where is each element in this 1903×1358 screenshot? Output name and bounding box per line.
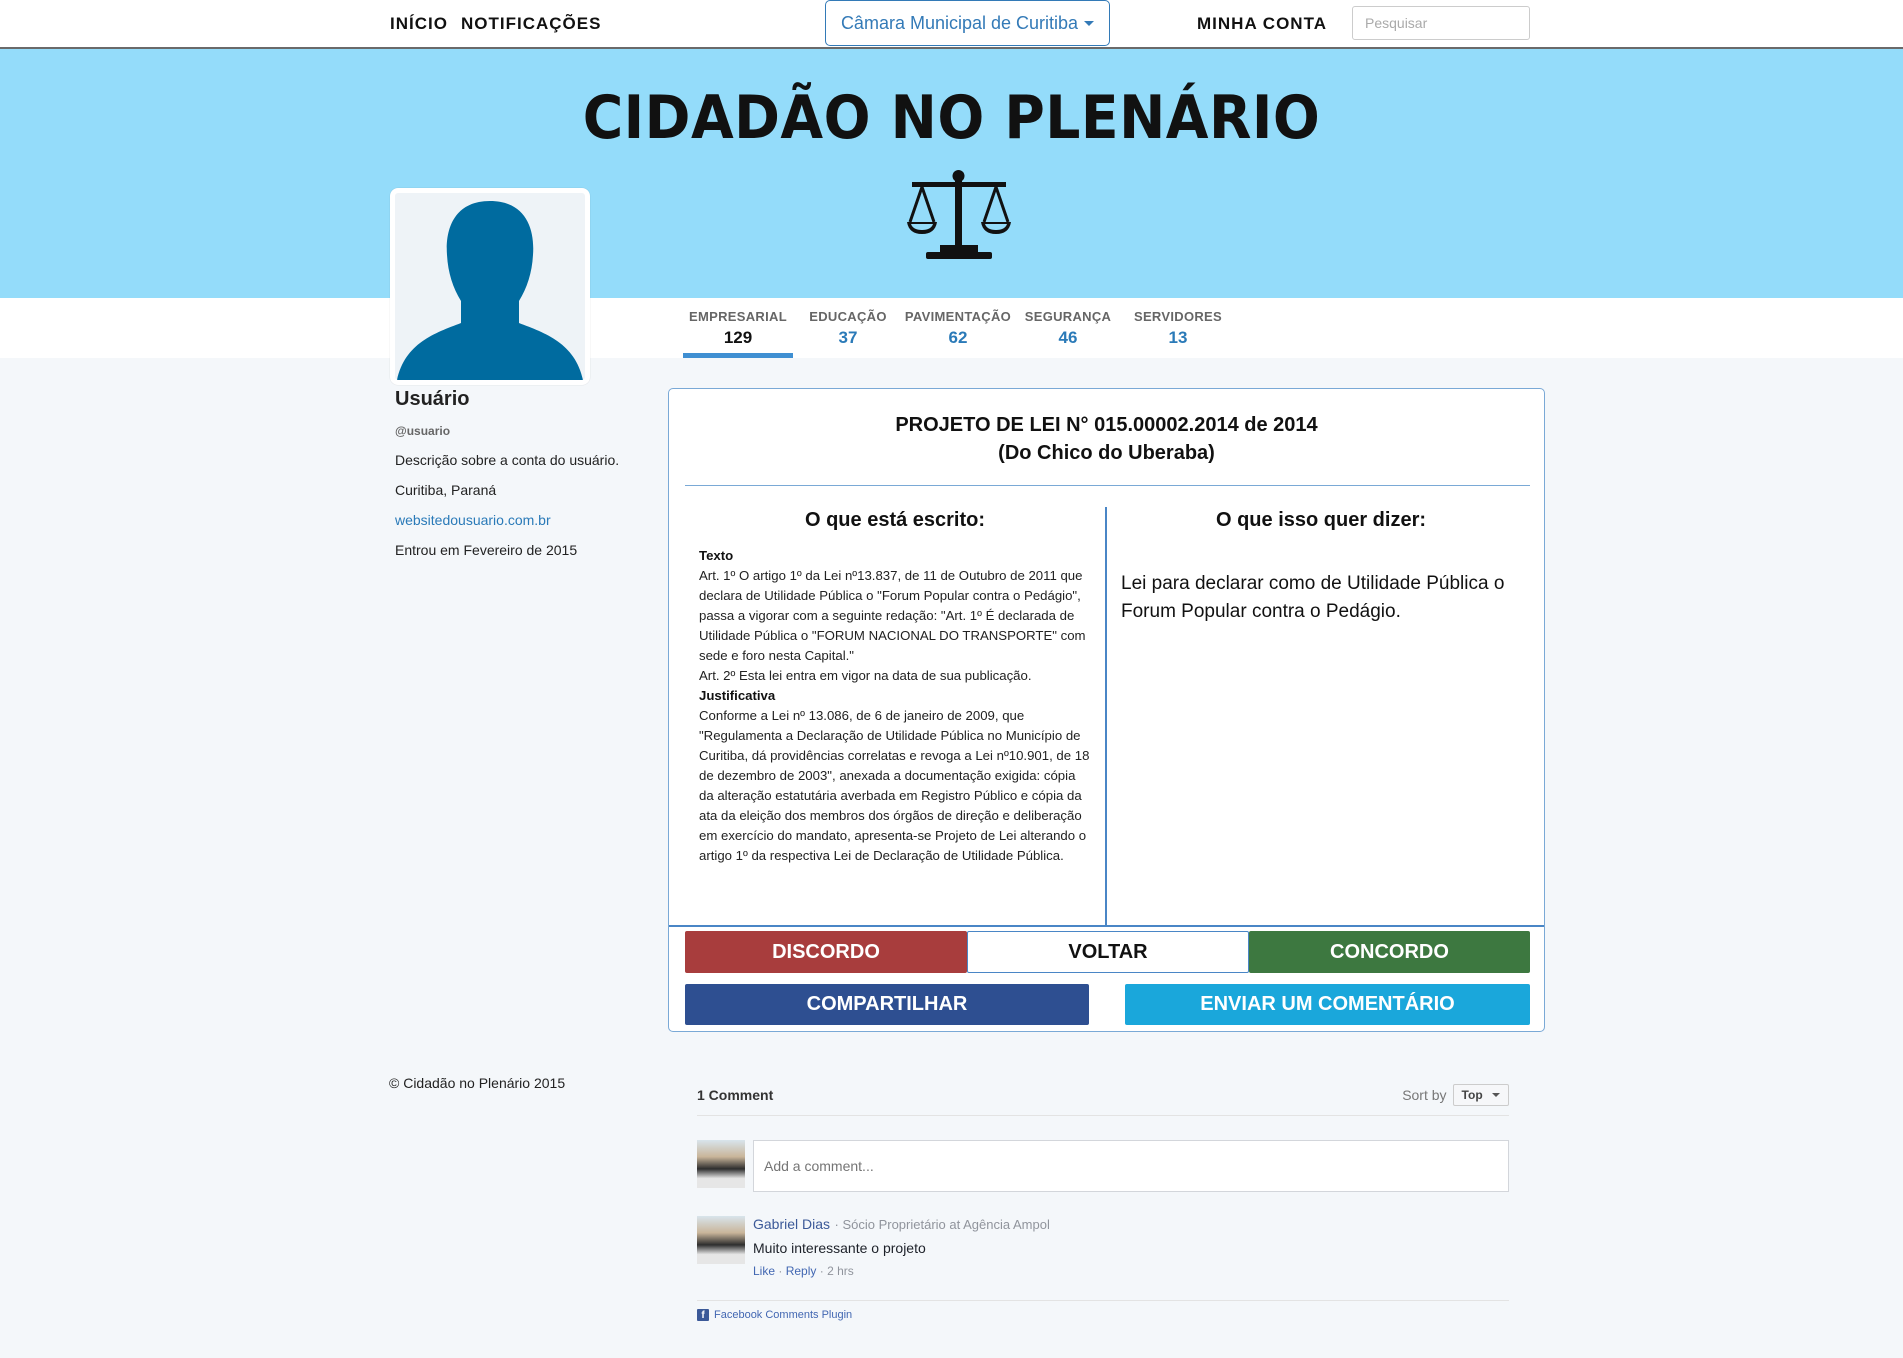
comments-header: 1 Comment Sort by Top: [697, 1080, 1509, 1116]
like-link[interactable]: Like: [753, 1264, 775, 1278]
search-input[interactable]: [1352, 6, 1530, 40]
stat-servidores[interactable]: SERVIDORES 13: [1128, 298, 1228, 358]
sort-value: Top: [1461, 1087, 1483, 1102]
column-divider: [1105, 507, 1107, 927]
bill-title: PROJETO DE LEI N° 015.00002.2014 de 2014: [895, 414, 1318, 436]
written-column: O que está escrito: Texto Art. 1º O arti…: [699, 509, 1091, 866]
stat-count: 129: [723, 328, 753, 347]
avatar[interactable]: [697, 1216, 745, 1264]
hero-banner: CIDADÃO NO PLENÁRIO: [0, 49, 1903, 298]
comment-composer: [697, 1140, 1509, 1192]
disagree-button[interactable]: DISCORDO: [685, 931, 967, 973]
top-navbar: INÍCIO NOTIFICAÇÕES Câmara Municipal de …: [0, 0, 1903, 49]
share-button[interactable]: COMPARTILHAR: [685, 984, 1089, 1025]
category-stats-bar: EMPRESARIAL 129 EDUCAÇÃO 37 PAVIMENTAÇÃO…: [0, 298, 1903, 358]
fb-plugin-footer: f Facebook Comments Plugin: [697, 1300, 1509, 1321]
stat-label: PAVIMENTAÇÃO: [904, 309, 1012, 324]
stat-count: 46: [1058, 328, 1078, 347]
chevron-down-icon: [1084, 20, 1095, 26]
send-comment-button[interactable]: ENVIAR UM COMENTÁRIO: [1125, 984, 1530, 1025]
meaning-column: O que isso quer dizer: Lei para declarar…: [1121, 509, 1521, 626]
sort-dropdown[interactable]: Top: [1452, 1083, 1509, 1106]
stat-label: SEGURANÇA: [1024, 309, 1112, 324]
sort-control: Sort by Top: [1402, 1083, 1509, 1106]
profile-handle: @usuario: [395, 424, 451, 438]
comment-body: Gabriel Dias · Sócio Proprietário at Agê…: [753, 1216, 1050, 1278]
chamber-dropdown-label: Câmara Municipal de Curitiba: [840, 12, 1079, 33]
meaning-text: Lei para declarar como de Utilidade Públ…: [1121, 573, 1505, 622]
justification-label: Justificativa: [699, 688, 776, 703]
profile-info: Usuário @usuario Descrição sobre a conta…: [395, 388, 655, 558]
stat-count: 62: [948, 328, 968, 347]
sort-label: Sort by: [1402, 1086, 1447, 1103]
stat-label: EDUCAÇÃO: [809, 309, 887, 324]
profile-website-link[interactable]: websitedousuario.com.br: [395, 512, 655, 528]
nav-account-link[interactable]: MINHA CONTA: [1197, 14, 1327, 34]
plugin-link[interactable]: Facebook Comments Plugin: [714, 1309, 852, 1321]
comment-author-role: Sócio Proprietário at Agência Ampol: [842, 1217, 1050, 1232]
comment-item: Gabriel Dias · Sócio Proprietário at Agê…: [697, 1216, 1509, 1278]
stat-count: 13: [1168, 328, 1188, 347]
bill-card: PROJETO DE LEI N° 015.00002.2014 de 2014…: [668, 388, 1545, 1032]
meaning-header: O que isso quer dizer:: [1215, 509, 1427, 531]
stat-empresarial[interactable]: EMPRESARIAL 129: [683, 298, 793, 358]
agree-button[interactable]: CONCORDO: [1249, 931, 1530, 973]
comment-author[interactable]: Gabriel Dias: [753, 1216, 830, 1232]
stat-count: 37: [838, 328, 858, 347]
facebook-icon: f: [697, 1309, 709, 1321]
profile-description: Descrição sobre a conta do usuário.: [395, 452, 620, 468]
profile-joined: Entrou em Fevereiro de 2015: [395, 542, 578, 558]
scale-of-justice-icon: [907, 170, 1011, 259]
reply-link[interactable]: Reply: [786, 1264, 817, 1278]
bill-heading: PROJETO DE LEI N° 015.00002.2014 de 2014…: [669, 411, 1544, 467]
nav-notifications-link[interactable]: NOTIFICAÇÕES: [461, 14, 601, 34]
site-title: CIDADÃO NO PLENÁRIO: [582, 83, 1321, 153]
chevron-down-icon: [1492, 1093, 1500, 1098]
back-button[interactable]: VOLTAR: [967, 931, 1249, 973]
bill-text: Texto Art. 1º O artigo 1º da Lei nº13.83…: [699, 546, 1091, 866]
bill-author: (Do Chico do Uberaba): [998, 442, 1215, 464]
stat-educacao[interactable]: EDUCAÇÃO 37: [803, 298, 893, 358]
comment-time: 2 hrs: [827, 1264, 854, 1278]
text-body: Art. 1º O artigo 1º da Lei nº13.837, de …: [699, 568, 1086, 663]
written-header: O que está escrito:: [804, 509, 986, 531]
justification-body: Conforme a Lei nº 13.086, de 6 de janeir…: [699, 708, 1090, 863]
comment-input[interactable]: [753, 1140, 1509, 1192]
divider: [685, 485, 1530, 486]
user-silhouette-icon: [397, 201, 583, 380]
avatar: [697, 1140, 745, 1188]
text-label: Texto: [699, 548, 734, 563]
profile-location: Curitiba, Paraná: [395, 482, 497, 498]
divider: [669, 925, 1544, 927]
text-body-2: Art. 2º Esta lei entra em vigor na data …: [699, 668, 1032, 683]
comment-actions: Like · Reply · 2 hrs: [753, 1264, 1050, 1278]
stat-pavimentacao[interactable]: PAVIMENTAÇÃO 62: [903, 298, 1013, 358]
footer-copyright: © Cidadão no Plenário 2015: [389, 1075, 566, 1091]
stat-label: EMPRESARIAL: [689, 309, 787, 324]
separator: ·: [778, 1264, 786, 1278]
chamber-dropdown[interactable]: Câmara Municipal de Curitiba: [825, 0, 1110, 46]
separator: ·: [819, 1264, 828, 1278]
comment-count: 1 Comment: [697, 1086, 774, 1103]
stat-label: SERVIDORES: [1133, 309, 1222, 324]
profile-name: Usuário: [395, 388, 470, 410]
user-avatar[interactable]: [390, 188, 590, 385]
nav-home-link[interactable]: INÍCIO: [390, 14, 448, 34]
stat-seguranca[interactable]: SEGURANÇA 46: [1023, 298, 1113, 358]
comment-text: Muito interessante o projeto: [753, 1240, 926, 1256]
facebook-comments: 1 Comment Sort by Top Gabriel Dias · Sóc…: [697, 1080, 1509, 1321]
